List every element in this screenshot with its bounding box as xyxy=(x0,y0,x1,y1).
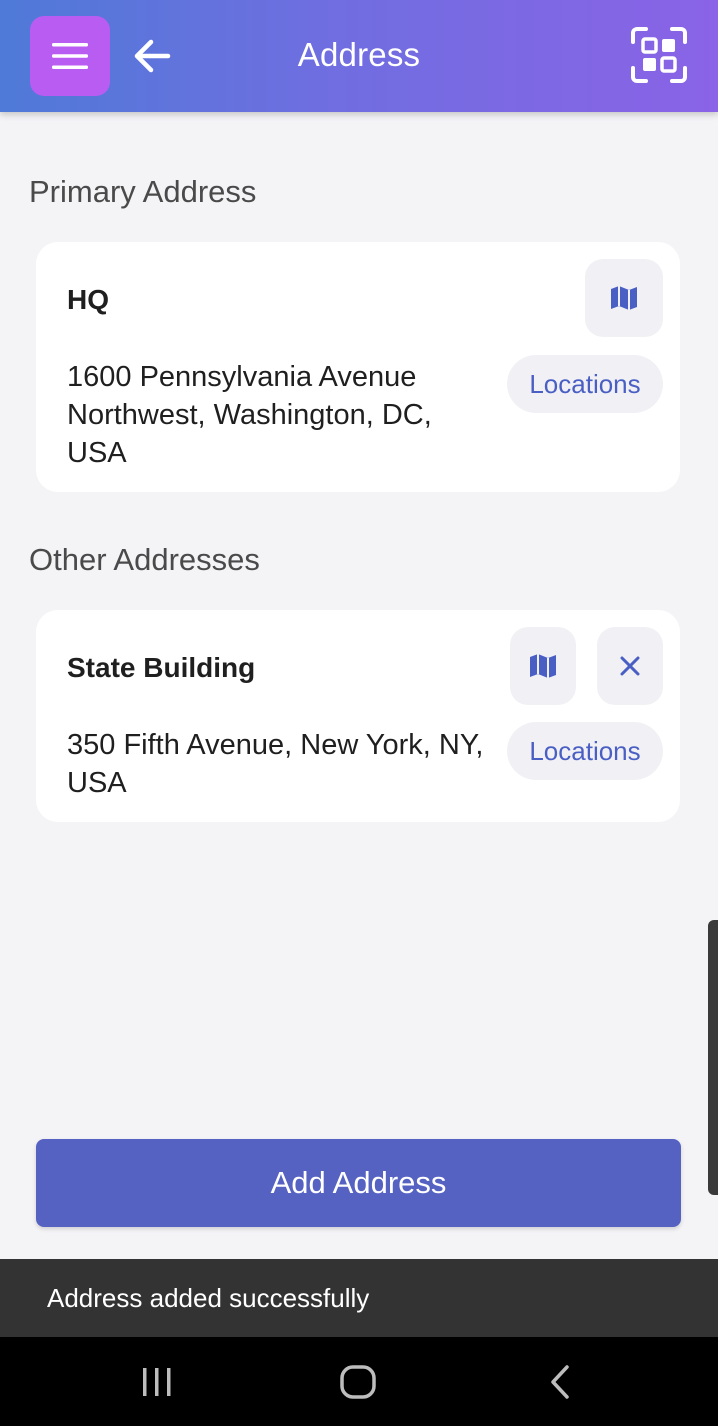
map-button[interactable] xyxy=(510,627,576,705)
home-icon xyxy=(340,1365,376,1399)
locations-button[interactable]: Locations xyxy=(507,722,663,780)
other-address-card: State Building 350 Fifth Avenue, New Yor… xyxy=(36,610,680,822)
address-text: 1600 Pennsylvania Avenue Northwest, Wash… xyxy=(67,361,432,469)
close-icon xyxy=(620,656,640,676)
map-button[interactable] xyxy=(585,259,663,337)
snackbar: Address added successfully xyxy=(0,1259,718,1337)
address-text: 350 Fifth Avenue, New York, NY, USA xyxy=(67,729,484,799)
system-back-button[interactable] xyxy=(530,1359,590,1405)
address-name: HQ xyxy=(67,284,109,315)
snackbar-message: Address added successfully xyxy=(47,1282,370,1313)
home-button[interactable] xyxy=(328,1359,388,1405)
other-addresses-heading: Other Addresses xyxy=(29,542,260,577)
locations-button[interactable]: Locations xyxy=(507,355,663,413)
delete-address-button[interactable] xyxy=(597,627,663,705)
recent-apps-icon xyxy=(143,1368,171,1396)
primary-address-card: HQ 1600 Pennsylvania Avenue Northwest, W… xyxy=(36,242,680,492)
map-icon xyxy=(530,654,556,678)
recent-apps-button[interactable] xyxy=(127,1359,187,1405)
app-header: Address xyxy=(0,0,718,112)
page-title: Address xyxy=(297,36,421,73)
back-chevron-icon xyxy=(551,1365,569,1399)
address-screen: Address Primary Address HQ 1600 Pennsylv… xyxy=(0,0,718,1426)
address-name: State Building xyxy=(67,652,256,683)
qr-scan-button[interactable] xyxy=(628,24,690,86)
primary-address-heading: Primary Address xyxy=(29,174,257,209)
add-address-button[interactable]: Add Address xyxy=(36,1139,681,1227)
qr-scan-icon xyxy=(631,27,687,83)
system-navigation-bar xyxy=(0,1337,718,1426)
scrollbar[interactable] xyxy=(708,920,718,1195)
map-icon xyxy=(611,286,637,310)
